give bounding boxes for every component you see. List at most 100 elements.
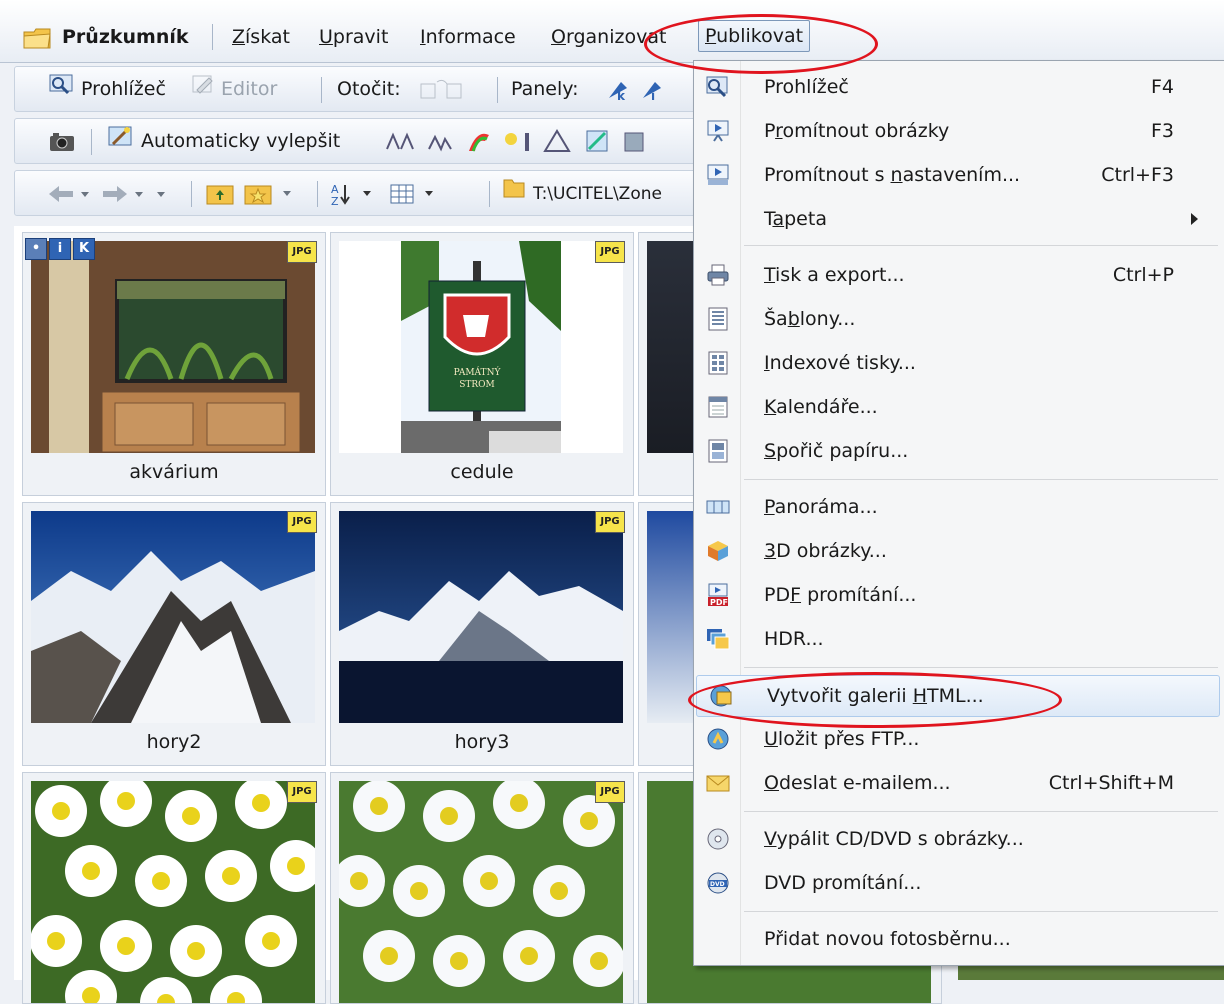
- rotate-label: Otočit:: [337, 78, 401, 100]
- back-icon[interactable]: [45, 171, 185, 215]
- menu-item-calendars[interactable]: Kalendáře...: [694, 387, 1224, 427]
- menu-item-hdr[interactable]: HDR...: [694, 619, 1224, 659]
- shortcut: F4: [1150, 76, 1174, 98]
- menu-item-send-email[interactable]: Odeslat e-mailem... Ctrl+Shift+M: [694, 763, 1224, 803]
- menu-item-slideshow[interactable]: Promítnout obrázky F3: [694, 111, 1224, 151]
- template-icon: [706, 307, 730, 331]
- app-title[interactable]: Průzkumník: [56, 22, 195, 52]
- toolbar-navigation: AZ T:\UCITEL\Zone: [14, 170, 706, 216]
- menu-item-index-prints[interactable]: Indexové tisky...: [694, 343, 1224, 383]
- shortcut: F3: [1150, 120, 1174, 142]
- menu-item-wallpaper[interactable]: Tapeta: [694, 199, 1224, 239]
- thumbnail-caption: akvárium: [129, 461, 219, 483]
- thumbnail-item[interactable]: • i K JPG akvárium: [22, 232, 326, 496]
- menu-item-panorama[interactable]: Panoráma...: [694, 487, 1224, 527]
- menu-organize[interactable]: Organizovat: [545, 22, 672, 52]
- thumbnail-item[interactable]: JPG hory3: [330, 502, 634, 766]
- thumbnail-item[interactable]: JPG hory2: [22, 502, 326, 766]
- menu-item-burn-disc[interactable]: Vypálit CD/DVD s obrázky...: [694, 819, 1224, 859]
- pencil-icon: [191, 68, 215, 112]
- thumbnail-image: PAMÁTNÝ STROM: [339, 241, 623, 453]
- envelope-icon: [706, 771, 730, 795]
- 3d-cube-icon: [706, 539, 730, 563]
- viewer-icon: [706, 75, 730, 99]
- thumbnail-caption: hory2: [146, 731, 202, 753]
- menu-get[interactable]: Získat: [226, 22, 296, 52]
- menu-item-viewer[interactable]: Prohlížeč F4: [694, 67, 1224, 107]
- menu-item-pdf-slideshow[interactable]: PDF PDF promítání...: [694, 575, 1224, 615]
- folder-icon: [501, 172, 527, 216]
- thumbnail-item[interactable]: PAMÁTNÝ STROM JPG cedule: [330, 232, 634, 496]
- svg-text:i: i: [651, 89, 655, 103]
- menu-separator: [744, 667, 1218, 668]
- menu-item-templates[interactable]: Šablony...: [694, 299, 1224, 339]
- wand-icon: [107, 120, 135, 164]
- rotate-left-icon[interactable]: [417, 67, 473, 111]
- menu-item-slideshow-settings[interactable]: Promítnout s nastavením... Ctrl+F3: [694, 155, 1224, 195]
- thumbnail-image: [339, 781, 623, 1003]
- disc-icon: [706, 827, 730, 851]
- menu-item-print-export[interactable]: Tisk a export... Ctrl+P: [694, 255, 1224, 295]
- editor-button[interactable]: Editor: [191, 67, 277, 111]
- menu-item-paper-saver[interactable]: Spořič papíru...: [694, 431, 1224, 471]
- thumbnail-caption: cedule: [450, 461, 514, 483]
- slideshow-icon: [706, 119, 730, 143]
- file-type-badge: JPG: [287, 511, 317, 533]
- shortcut: Ctrl+F3: [1101, 164, 1174, 186]
- printer-icon: [706, 263, 730, 287]
- thumbnail-image: [31, 781, 315, 1003]
- svg-text:Z: Z: [331, 195, 339, 207]
- hdr-icon: [706, 627, 730, 651]
- folder-up-icon[interactable]: [205, 171, 315, 215]
- toolbar-divider: [497, 77, 498, 103]
- auto-enhance-button[interactable]: Automaticky vylepšit: [107, 119, 340, 163]
- menu-item-create-html-gallery[interactable]: Vytvořit galerii HTML...: [696, 675, 1220, 717]
- metadata-icons: • i K: [25, 235, 97, 260]
- path-field[interactable]: T:\UCITEL\Zone: [501, 171, 701, 215]
- viewer-icon: [49, 68, 75, 112]
- panorama-icon: [706, 495, 730, 519]
- menu-separator: [744, 245, 1218, 246]
- calendar-icon: [706, 395, 730, 419]
- menu-info[interactable]: Informace: [414, 22, 522, 52]
- menu-bar: Průzkumník Získat Upravit Informace Orga…: [0, 0, 1224, 63]
- info-icon: i: [49, 238, 71, 260]
- menu-item-ftp-upload[interactable]: Uložit přes FTP...: [694, 719, 1224, 759]
- index-print-icon: [706, 351, 730, 375]
- adjust-tools-icon[interactable]: [385, 119, 705, 163]
- toolbar-main: Prohlížeč Editor Otočit: Panely: ki: [14, 66, 706, 112]
- publish-menu: Prohlížeč F4 Promítnout obrázky F3 Promí…: [693, 60, 1224, 966]
- file-type-badge: JPG: [595, 241, 625, 263]
- panel-keywords-icon[interactable]: ki: [605, 67, 675, 111]
- thumbnail-item[interactable]: JPG: [22, 772, 326, 1004]
- sign-text: PAMÁTNÝ STROM: [453, 368, 501, 390]
- toolbar-divider: [489, 181, 490, 207]
- file-type-badge: JPG: [595, 511, 625, 533]
- toolbar-divider: [191, 181, 192, 207]
- panels-label: Panely:: [511, 78, 579, 100]
- thumbnail-caption: hory3: [454, 731, 510, 753]
- svg-text:k: k: [617, 89, 626, 103]
- menu-publish[interactable]: Publikovat: [698, 20, 811, 52]
- file-type-badge: JPG: [287, 241, 317, 263]
- thumbnail-item[interactable]: JPG: [330, 772, 634, 1004]
- shortcut: Ctrl+Shift+M: [1048, 772, 1174, 794]
- thumbnail-image: [31, 241, 315, 453]
- menu-item-3d-images[interactable]: 3D obrázky...: [694, 531, 1224, 571]
- sort-icon[interactable]: AZ: [329, 171, 479, 215]
- menu-item-dvd-slideshow[interactable]: DVD DVD promítání...: [694, 863, 1224, 903]
- slideshow-settings-icon: [706, 163, 730, 187]
- file-type-badge: JPG: [595, 781, 625, 803]
- explorer-icon: [22, 24, 52, 50]
- viewer-button[interactable]: Prohlížeč: [49, 67, 166, 111]
- camera-icon[interactable]: [49, 119, 75, 163]
- menu-item-add-photo-collector[interactable]: Přidat novou fotosběrnu...: [694, 919, 1224, 959]
- dvd-icon: DVD: [706, 871, 730, 895]
- toolbar-divider: [321, 77, 322, 103]
- menu-separator: [744, 911, 1218, 912]
- keywords-icon: K: [73, 238, 95, 260]
- menu-edit[interactable]: Upravit: [313, 22, 394, 52]
- menu-separator: [744, 811, 1218, 812]
- thumbnail-image: [31, 511, 315, 723]
- toolbar-enhance: Automaticky vylepšit: [14, 118, 706, 164]
